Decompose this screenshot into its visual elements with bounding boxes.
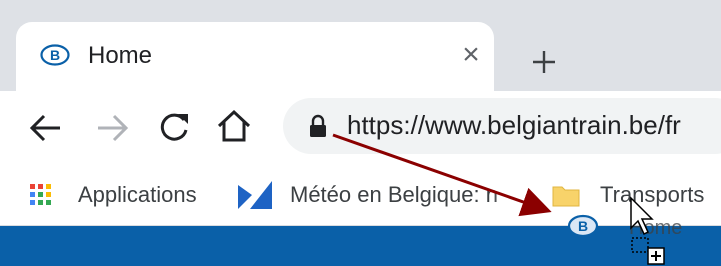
url-text[interactable]: https://www.belgiantrain.be/fr <box>347 110 681 141</box>
address-bar[interactable]: https://www.belgiantrain.be/fr <box>283 98 721 154</box>
sncb-logo-icon: B <box>40 44 70 66</box>
weather-logo-icon <box>238 181 272 209</box>
toolbar: https://www.belgiantrain.be/fr <box>0 91 721 165</box>
text-fade <box>492 165 528 225</box>
arrow-left-icon[interactable] <box>26 108 66 148</box>
bookmark-applications[interactable]: Applications <box>30 165 210 225</box>
bookmark-meteo[interactable]: Météo en Belgique: n <box>238 165 528 225</box>
page-header-band <box>0 226 721 266</box>
reload-icon[interactable] <box>154 108 194 148</box>
bookmark-label: Transports <box>600 182 705 207</box>
bookmark-label: Météo en Belgique: n <box>290 182 498 207</box>
home-icon[interactable] <box>214 106 254 146</box>
bookmark-folder-transports[interactable]: Transports <box>552 165 721 225</box>
tab-strip: B Home × <box>0 0 721 92</box>
bookmark-label: Applications <box>78 182 197 207</box>
apps-grid-icon <box>30 184 51 205</box>
svg-text:B: B <box>50 47 60 63</box>
folder-icon <box>552 186 580 207</box>
close-icon[interactable]: × <box>455 39 487 71</box>
lock-icon[interactable] <box>307 113 329 139</box>
arrow-right-icon[interactable] <box>92 108 132 148</box>
bookmarks-bar: Applications Météo en Belgique: n Transp… <box>0 165 721 226</box>
plus-icon[interactable] <box>522 40 566 84</box>
tab-title: Home <box>88 42 153 69</box>
tab-home[interactable]: B Home × <box>16 22 494 92</box>
